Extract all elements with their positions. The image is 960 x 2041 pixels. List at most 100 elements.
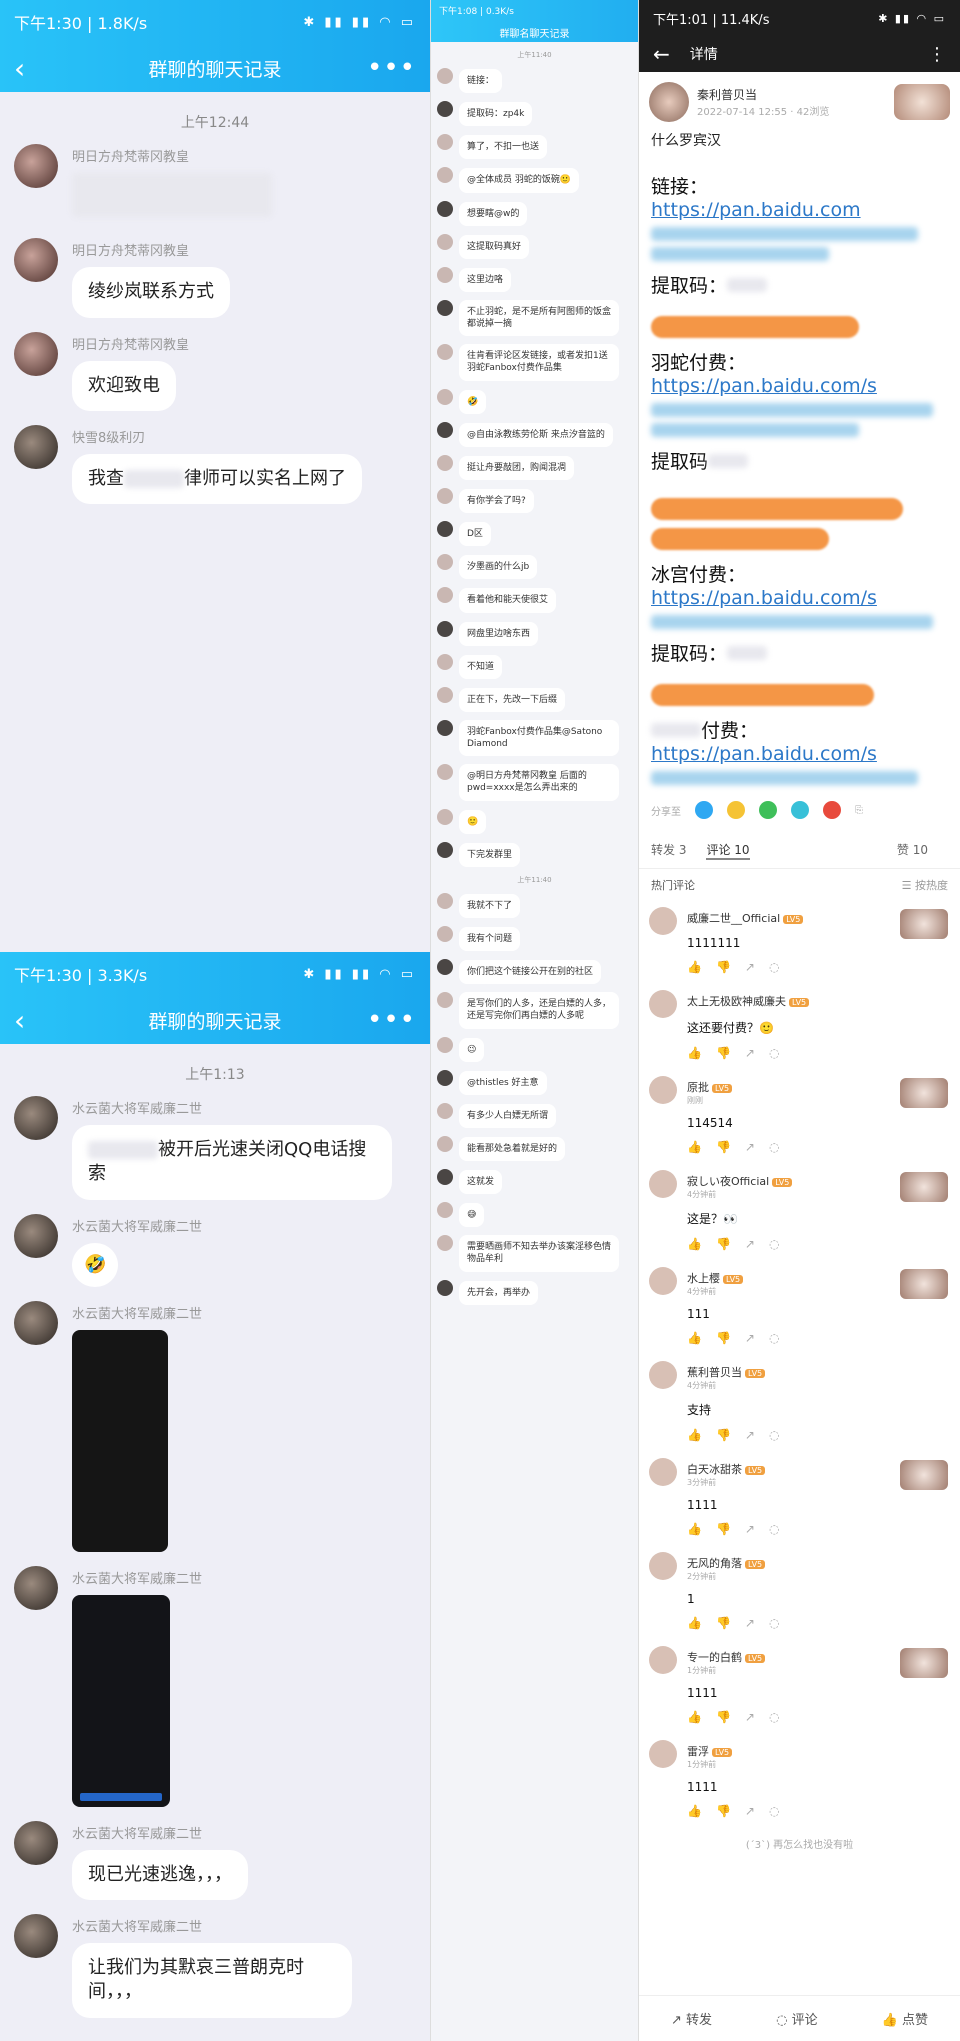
- comment-actions[interactable]: 👍👎↗◌: [687, 1710, 948, 1724]
- avatar[interactable]: [437, 841, 453, 858]
- message-bubble[interactable]: 不知道: [459, 654, 503, 679]
- avatar[interactable]: [437, 892, 453, 909]
- emoji-message[interactable]: 🤣: [72, 1242, 119, 1287]
- tab-comment[interactable]: 评论 10: [706, 841, 750, 860]
- comment-actions[interactable]: 👍👎↗◌: [687, 1046, 948, 1060]
- avatar[interactable]: [437, 1102, 453, 1119]
- avatar[interactable]: [437, 587, 453, 604]
- moments-share-icon[interactable]: [791, 801, 809, 819]
- message-bubble[interactable]: 这就发: [459, 1170, 503, 1195]
- avatar[interactable]: [649, 1646, 677, 1674]
- avatar[interactable]: [437, 167, 453, 184]
- avatar[interactable]: [437, 233, 453, 250]
- avatar[interactable]: [437, 1069, 453, 1086]
- message-bubble[interactable]: 你们把这个链接公开在别的社区: [459, 960, 602, 985]
- avatar[interactable]: [649, 1267, 677, 1295]
- message-bubble[interactable]: 有多少人白嫖无所谓: [459, 1103, 557, 1128]
- avatar[interactable]: [437, 101, 453, 118]
- commenter-name[interactable]: 原批: [687, 1081, 709, 1094]
- comment-actions[interactable]: 👍👎↗◌: [687, 1428, 948, 1442]
- commenter-name[interactable]: 寂しい夜Official: [687, 1175, 769, 1188]
- comment-button[interactable]: ◌ 评论: [776, 2009, 818, 2028]
- tab-like[interactable]: 赞 10: [897, 841, 928, 860]
- message-bubble[interactable]: 🙂: [459, 809, 487, 834]
- message-bubble[interactable]: 这里边咯: [459, 267, 512, 292]
- avatar[interactable]: [649, 1076, 677, 1104]
- message-bubble[interactable]: 不止羽蛇，是不是所有阿图师的饭盒都说掉一摘: [459, 299, 619, 337]
- avatar[interactable]: [14, 144, 58, 188]
- comment-actions[interactable]: 👍👎↗◌: [687, 1331, 948, 1345]
- message-bubble[interactable]: @全体成员 羽蛇的饭碗🙂: [459, 168, 580, 193]
- commenter-name[interactable]: 雷浮: [687, 1745, 709, 1758]
- weibo-share-icon[interactable]: [823, 801, 841, 819]
- avatar[interactable]: [437, 1202, 453, 1219]
- avatar[interactable]: [437, 620, 453, 637]
- avatar[interactable]: [14, 1565, 58, 1610]
- avatar[interactable]: [437, 299, 453, 316]
- commenter-name[interactable]: 无风的角落: [687, 1557, 742, 1570]
- post-link[interactable]: https://pan.baidu.com/s: [651, 375, 948, 397]
- message-bubble[interactable]: 🤣: [459, 389, 487, 414]
- avatar[interactable]: [437, 1169, 453, 1186]
- wechat-share-icon[interactable]: [759, 801, 777, 819]
- avatar[interactable]: [14, 238, 58, 283]
- message-bubble[interactable]: @thistles 好主意: [459, 1070, 547, 1095]
- avatar[interactable]: [437, 1235, 453, 1252]
- more-icon[interactable]: •••: [367, 53, 416, 83]
- qq-share-icon[interactable]: [695, 801, 713, 819]
- commenter-name[interactable]: 专一的白鹤: [687, 1651, 742, 1664]
- avatar[interactable]: [649, 1458, 677, 1486]
- commenter-name[interactable]: 蕉利普贝当: [687, 1366, 742, 1379]
- avatar[interactable]: [437, 454, 453, 471]
- avatar[interactable]: [437, 200, 453, 217]
- link-share-icon[interactable]: ⎘: [855, 805, 863, 816]
- message-bubble[interactable]: 需要晒画师不知去举办该案淫移色情物品牟利: [459, 1235, 619, 1272]
- message-bubble[interactable]: 😅: [459, 1203, 485, 1228]
- avatar[interactable]: [14, 1096, 58, 1140]
- avatar[interactable]: [649, 1740, 677, 1768]
- avatar[interactable]: [14, 1300, 58, 1345]
- message-bubble[interactable]: 有你学会了吗?: [459, 488, 534, 514]
- comment-actions[interactable]: 👍👎↗◌: [687, 1616, 948, 1630]
- message-bubble[interactable]: 是写你们的人多，还是白嫖的人多，还是写完你们再白嫖的人多呢: [459, 992, 619, 1029]
- like-button[interactable]: 👍 点赞: [882, 2009, 928, 2028]
- avatar[interactable]: [14, 1213, 58, 1258]
- more-icon[interactable]: •••: [367, 1005, 416, 1035]
- message-bubble[interactable]: 让我们为其默哀三普朗克时间，，，: [72, 1943, 352, 2018]
- sort-button[interactable]: ☰ 按热度: [902, 877, 948, 893]
- more-icon[interactable]: ⋮: [928, 44, 946, 65]
- avatar[interactable]: [649, 1361, 677, 1389]
- message-bubble[interactable]: 先开会，再举办: [459, 1280, 539, 1305]
- avatar[interactable]: [437, 421, 453, 438]
- message-bubble[interactable]: 能看那处急着就是好的: [459, 1136, 566, 1162]
- message-bubble[interactable]: D区: [459, 522, 491, 547]
- avatar[interactable]: [437, 344, 453, 361]
- message-bubble[interactable]: 网盘里边啥东西: [459, 621, 539, 646]
- message-bubble[interactable]: 我有个问题: [459, 926, 521, 952]
- comment-actions[interactable]: 👍👎↗◌: [687, 1140, 948, 1154]
- avatar[interactable]: [437, 764, 453, 781]
- message-bubble[interactable]: 汐墨画的什么jb: [459, 555, 538, 580]
- avatar[interactable]: [437, 808, 453, 825]
- avatar[interactable]: [649, 82, 689, 122]
- forward-button[interactable]: ↗ 转发: [671, 2009, 712, 2028]
- avatar[interactable]: [437, 1036, 453, 1053]
- message-bubble[interactable]: 正在下，先改一下后缀: [459, 687, 566, 712]
- avatar[interactable]: [437, 266, 453, 283]
- avatar[interactable]: [14, 1914, 58, 1959]
- author-name[interactable]: 秦利普贝当: [697, 86, 829, 103]
- avatar[interactable]: [437, 554, 453, 571]
- avatar[interactable]: [437, 992, 453, 1009]
- post-link[interactable]: https://pan.baidu.com/s: [651, 743, 948, 765]
- comment-actions[interactable]: 👍👎↗◌: [687, 960, 948, 974]
- avatar[interactable]: [649, 907, 677, 935]
- message-bubble[interactable]: 我就不下了: [459, 893, 521, 918]
- comment-actions[interactable]: 👍👎↗◌: [687, 1522, 948, 1536]
- commenter-name[interactable]: 太上无极欧神威廉夫: [687, 995, 786, 1008]
- avatar[interactable]: [437, 521, 453, 538]
- avatar[interactable]: [437, 1279, 453, 1296]
- message-bubble[interactable]: 我查 律师可以实名上网了: [72, 453, 362, 505]
- message-bubble[interactable]: 看着他和能天使很艾: [459, 588, 557, 613]
- message-bubble[interactable]: 链接：: [459, 69, 503, 94]
- message-bubble[interactable]: 下完发群里: [459, 842, 521, 867]
